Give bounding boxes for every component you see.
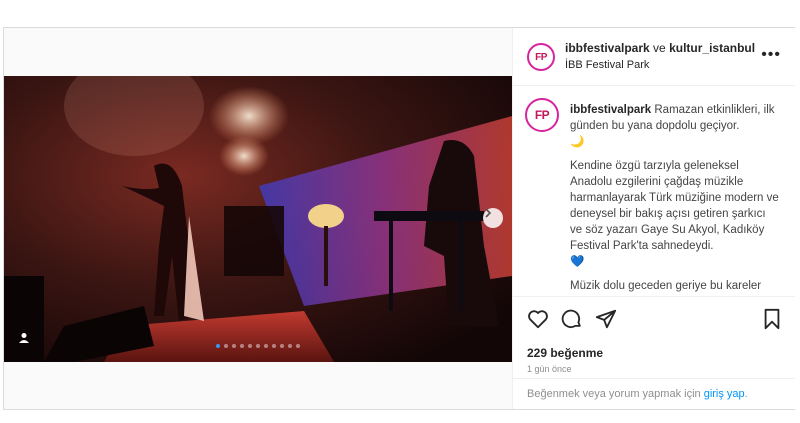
- login-prompt-text: Beğenmek veya yorum yapmak için: [527, 388, 701, 400]
- authors-connector: ve: [653, 41, 666, 55]
- collaborator-username-link[interactable]: kultur_istanbul: [669, 41, 755, 55]
- carousel-dot: [288, 344, 292, 348]
- moon-emoji: 🌙: [570, 136, 585, 148]
- caption-paragraph-3: Müzik dolu geceden geriye bu kareler: [570, 280, 762, 292]
- post-authors: ibbfestivalpark ve kultur_istanbul: [565, 41, 755, 55]
- paper-plane-icon: [595, 309, 617, 329]
- avatar-logo: FP: [534, 108, 550, 122]
- caption-username-link[interactable]: ibbfestivalpark: [570, 104, 651, 116]
- comment-icon: [561, 309, 581, 329]
- next-slide-button[interactable]: [483, 208, 503, 228]
- profile-avatar[interactable]: FP: [527, 43, 555, 71]
- carousel-dot: [296, 344, 300, 348]
- tagged-users-button[interactable]: [18, 332, 34, 348]
- carousel-dot: [280, 344, 284, 348]
- caption-avatar[interactable]: FP: [525, 98, 559, 132]
- post-timestamp[interactable]: 1 gün önce: [527, 364, 572, 374]
- login-suffix: .: [744, 388, 748, 400]
- share-button[interactable]: [595, 308, 617, 330]
- location-link[interactable]: İBB Festival Park: [565, 59, 649, 71]
- like-button[interactable]: [527, 308, 549, 330]
- carousel-dot: [272, 344, 276, 348]
- post-actions: [513, 296, 795, 341]
- post-sidebar: FP ibbfestivalpark ve kultur_istanbul İB…: [512, 28, 795, 409]
- carousel-dot: [240, 344, 244, 348]
- bookmark-icon: [764, 308, 780, 330]
- blue-heart-emoji: 💙: [570, 256, 585, 268]
- account-username-link[interactable]: ibbfestivalpark: [565, 41, 650, 55]
- avatar-logo: FP: [535, 51, 547, 63]
- chevron-right-icon: [485, 208, 492, 218]
- carousel-dot: [216, 344, 220, 348]
- more-horizontal-icon: •••: [761, 46, 781, 63]
- login-link[interactable]: giriş yap: [704, 388, 745, 400]
- caption-paragraph-2: Kendine özgü tarzıyla geleneksel Anadolu…: [570, 160, 779, 252]
- like-count[interactable]: 229 beğenme: [527, 346, 603, 360]
- caption-text: ibbfestivalpark Ramazan etkinlikleri, il…: [570, 102, 780, 296]
- post-caption: FP ibbfestivalpark Ramazan etkinlikleri,…: [525, 96, 787, 296]
- carousel-dot: [232, 344, 236, 348]
- more-options-button[interactable]: •••: [761, 46, 781, 64]
- login-prompt: Beğenmek veya yorum yapmak için giriş ya…: [513, 378, 795, 409]
- comment-button[interactable]: [561, 308, 583, 330]
- carousel-dot: [264, 344, 268, 348]
- carousel-indicator: [216, 344, 300, 348]
- heart-icon: [528, 310, 548, 329]
- user-icon: [19, 333, 29, 343]
- carousel-dot: [224, 344, 228, 348]
- carousel-dot: [248, 344, 252, 348]
- post-media-carousel[interactable]: [4, 76, 512, 362]
- concert-photo: [4, 76, 512, 362]
- carousel-dot: [256, 344, 260, 348]
- post-header: FP ibbfestivalpark ve kultur_istanbul İB…: [513, 28, 795, 86]
- save-button[interactable]: [761, 308, 783, 330]
- instagram-post: FP ibbfestivalpark ve kultur_istanbul İB…: [3, 27, 795, 410]
